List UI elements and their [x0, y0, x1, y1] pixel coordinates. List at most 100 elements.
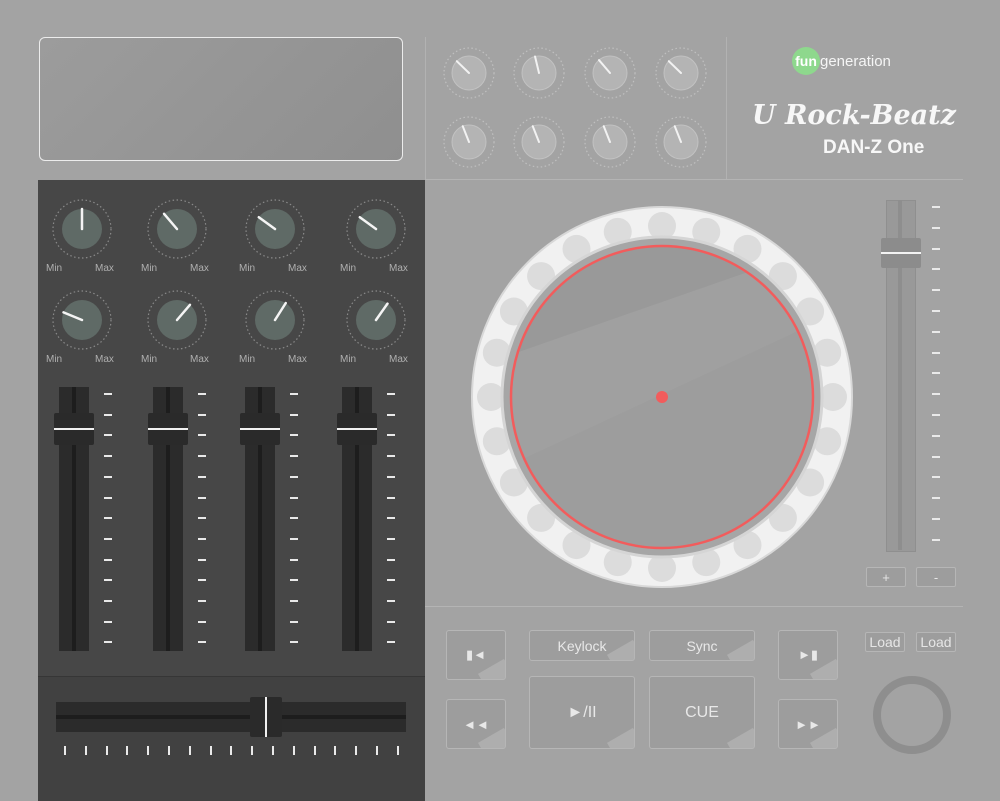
- pitch-scale-tick: [932, 206, 940, 208]
- pitch-scale-tick: [932, 455, 940, 458]
- load-left-button[interactable]: Load: [865, 632, 905, 652]
- eq-knob-r1-c4[interactable]: [343, 196, 409, 262]
- sync-button[interactable]: Sync: [649, 630, 755, 661]
- channel-fader-handle-3[interactable]: [240, 413, 280, 446]
- brand-logo: fun generation: [792, 47, 891, 75]
- eq-knob-min-label: Min: [141, 263, 158, 274]
- pitch-scale-tick: [932, 268, 940, 271]
- rewind-button[interactable]: ◄◄: [446, 699, 506, 749]
- fader-scale-tick: [104, 620, 112, 623]
- crossfader-scale-tick: [209, 746, 212, 755]
- fader-scale-tick: [387, 558, 395, 561]
- pitch-scale-tick: [932, 330, 940, 333]
- fader-scale-tick: [290, 579, 298, 582]
- channel-fader-handle-4[interactable]: [337, 413, 377, 446]
- jog-wheel[interactable]: [470, 205, 854, 589]
- pitch-scale-tick: [932, 226, 940, 229]
- crossfader-scale-tick: [334, 746, 337, 755]
- model-name: U Rock-Beatz: [752, 100, 956, 131]
- eq-knob-r1-c3[interactable]: [242, 196, 308, 262]
- fader-scale-tick: [198, 579, 206, 582]
- pitch-scale-tick: [932, 434, 940, 437]
- pitch-scale-tick: [932, 393, 940, 396]
- brand-logo-badge: fun: [792, 47, 820, 75]
- fader-scale-tick: [198, 600, 206, 602]
- fader-scale-tick: [198, 475, 206, 478]
- channel-fader-handle-2[interactable]: [148, 413, 188, 446]
- fader-scale-tick: [198, 455, 206, 458]
- fader-scale-tick: [290, 600, 298, 602]
- fader-scale-tick: [104, 537, 112, 540]
- crossfader-scale-tick: [272, 746, 274, 755]
- eq-knob-max-label: Max: [95, 354, 114, 365]
- pitch-scale-tick: [932, 372, 940, 375]
- fader-scale-tick: [104, 455, 112, 458]
- fader-scale-tick: [104, 434, 112, 437]
- effect-knob-2[interactable]: [510, 44, 568, 102]
- eq-knob-r1-c1[interactable]: [49, 196, 115, 262]
- fader-scale-tick: [104, 475, 112, 478]
- fader-scale-tick: [104, 558, 112, 561]
- effect-knob-7[interactable]: [581, 113, 639, 171]
- crossfader-scale-tick: [355, 746, 358, 755]
- fader-scale-tick: [387, 537, 395, 540]
- fader-scale-tick: [387, 600, 395, 602]
- fader-scale-tick: [198, 413, 206, 416]
- jog-center-marker: [656, 391, 668, 403]
- fader-scale-tick: [198, 537, 206, 540]
- fader-scale-tick: [387, 434, 395, 437]
- top-divider: [425, 179, 963, 180]
- crossfader-scale-tick: [105, 746, 108, 755]
- effect-knob-5[interactable]: [440, 113, 498, 171]
- effect-knob-8[interactable]: [652, 113, 710, 171]
- fader-scale-tick: [387, 475, 395, 478]
- eq-knob-r2-c1[interactable]: [49, 287, 115, 353]
- channel-fader-handle-1[interactable]: [54, 413, 94, 446]
- model-subtitle: DAN-Z One: [823, 137, 925, 158]
- effect-knob-3[interactable]: [581, 44, 639, 102]
- keylock-button[interactable]: Keylock: [529, 630, 635, 661]
- next-track-button[interactable]: ►▮: [778, 630, 838, 680]
- eq-knob-min-label: Min: [239, 354, 256, 365]
- effect-knob-1[interactable]: [440, 44, 498, 102]
- fader-scale-tick: [290, 620, 298, 623]
- pitch-fader-handle[interactable]: [881, 237, 921, 268]
- fader-scale-tick: [387, 413, 395, 416]
- eq-knob-r2-c2[interactable]: [144, 287, 210, 353]
- crossfader-handle[interactable]: [250, 697, 282, 737]
- fader-scale-tick: [387, 579, 395, 582]
- crossfader-scale-tick: [168, 746, 170, 755]
- effect-knob-6[interactable]: [510, 113, 568, 171]
- crossfader-scale-tick: [188, 746, 191, 755]
- eq-knob-max-label: Max: [288, 354, 307, 365]
- crossfader-groove: [56, 715, 406, 719]
- pitch-scale-tick: [932, 414, 940, 416]
- prev-track-button[interactable]: ▮◄: [446, 630, 506, 680]
- browse-encoder[interactable]: [870, 673, 954, 757]
- eq-knob-r1-c2[interactable]: [144, 196, 210, 262]
- eq-knob-max-label: Max: [389, 263, 408, 274]
- fader-scale-tick: [387, 496, 395, 499]
- crossfader-scale-tick: [396, 746, 399, 755]
- fader-scale-tick: [387, 517, 395, 520]
- pitch-scale-tick: [932, 310, 940, 312]
- fader-scale-tick: [290, 434, 298, 437]
- pitch-plus-button[interactable]: +: [866, 567, 906, 587]
- fader-scale-tick: [387, 620, 395, 623]
- eq-knob-r2-c4[interactable]: [343, 287, 409, 353]
- pitch-scale-tick: [932, 518, 940, 520]
- fader-scale-tick: [290, 537, 298, 540]
- crossfader-panel: [38, 676, 425, 801]
- cue-button[interactable]: CUE: [649, 676, 755, 749]
- fast-forward-button[interactable]: ►►: [778, 699, 838, 749]
- fader-scale-tick: [198, 496, 206, 499]
- eq-knob-r2-c3[interactable]: [242, 287, 308, 353]
- effect-knob-4[interactable]: [652, 44, 710, 102]
- pitch-minus-button[interactable]: -: [916, 567, 956, 587]
- crossfader-scale-tick: [147, 746, 150, 755]
- load-right-button[interactable]: Load: [916, 632, 956, 652]
- play-pause-button[interactable]: ►/II: [529, 676, 635, 749]
- fader-scale-tick: [290, 641, 298, 644]
- fader-scale-tick: [198, 434, 206, 437]
- crossfader-scale-tick: [84, 746, 87, 755]
